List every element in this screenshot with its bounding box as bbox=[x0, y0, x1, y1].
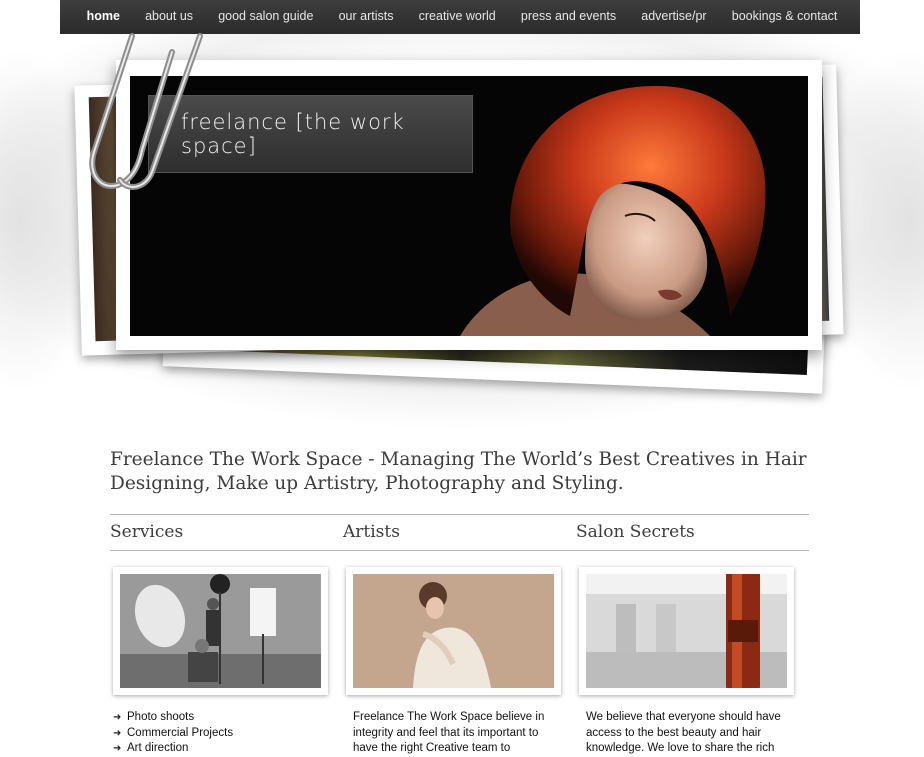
salon-secrets-description: We believe that everyone should have acc… bbox=[586, 711, 781, 754]
arrow-icon: ➜ bbox=[113, 743, 122, 754]
main-navigation: home about us good salon guide our artis… bbox=[60, 0, 860, 34]
brand-logo-text: freelance [the work space] bbox=[181, 110, 405, 158]
services-list: ➜ Photo shoots ➜ Commercial Projects ➜ Art … bbox=[113, 710, 233, 757]
page-headline: Freelance The Work Space - Managing The … bbox=[110, 449, 807, 494]
hero-image: freelance [the work space] bbox=[130, 76, 808, 336]
nav-press-and-events[interactable]: press and events bbox=[521, 9, 616, 23]
nav-creative-world[interactable]: creative world bbox=[419, 9, 496, 23]
nav-home[interactable]: home bbox=[87, 9, 120, 23]
nav-advertise-pr[interactable]: advertise/pr bbox=[641, 9, 706, 23]
artists-thumbnail[interactable] bbox=[346, 567, 561, 695]
arrow-icon: ➜ bbox=[113, 727, 122, 739]
nav-bookings-contact[interactable]: bookings & contact bbox=[732, 9, 838, 23]
paperclip-icon bbox=[89, 33, 203, 190]
studio-photo-image bbox=[120, 574, 321, 688]
salon-secrets-heading: Salon Secrets bbox=[576, 522, 695, 542]
list-item[interactable]: ➜ Art direction bbox=[113, 741, 233, 757]
salon-interior-image bbox=[586, 574, 787, 688]
nav-good-salon-guide[interactable]: good salon guide bbox=[218, 9, 313, 23]
artists-description: Freelance The Work Space believe in inte… bbox=[353, 711, 545, 754]
artists-heading: Artists bbox=[343, 522, 400, 542]
salon-secrets-thumbnail[interactable] bbox=[579, 567, 794, 695]
nav-our-artists[interactable]: our artists bbox=[339, 9, 394, 23]
list-item[interactable]: ➜ Photo shoots bbox=[113, 710, 233, 726]
services-heading: Services bbox=[110, 522, 184, 542]
nav-about-us[interactable]: about us bbox=[145, 9, 193, 23]
services-thumbnail[interactable] bbox=[113, 567, 328, 695]
hero-photo-frame: freelance [the work space] bbox=[116, 60, 822, 350]
artist-model-image bbox=[353, 574, 554, 688]
list-item[interactable]: ➜ Commercial Projects bbox=[113, 726, 233, 742]
arrow-icon: ➜ bbox=[113, 712, 122, 723]
divider-bottom bbox=[110, 550, 809, 551]
divider-top bbox=[110, 514, 809, 515]
